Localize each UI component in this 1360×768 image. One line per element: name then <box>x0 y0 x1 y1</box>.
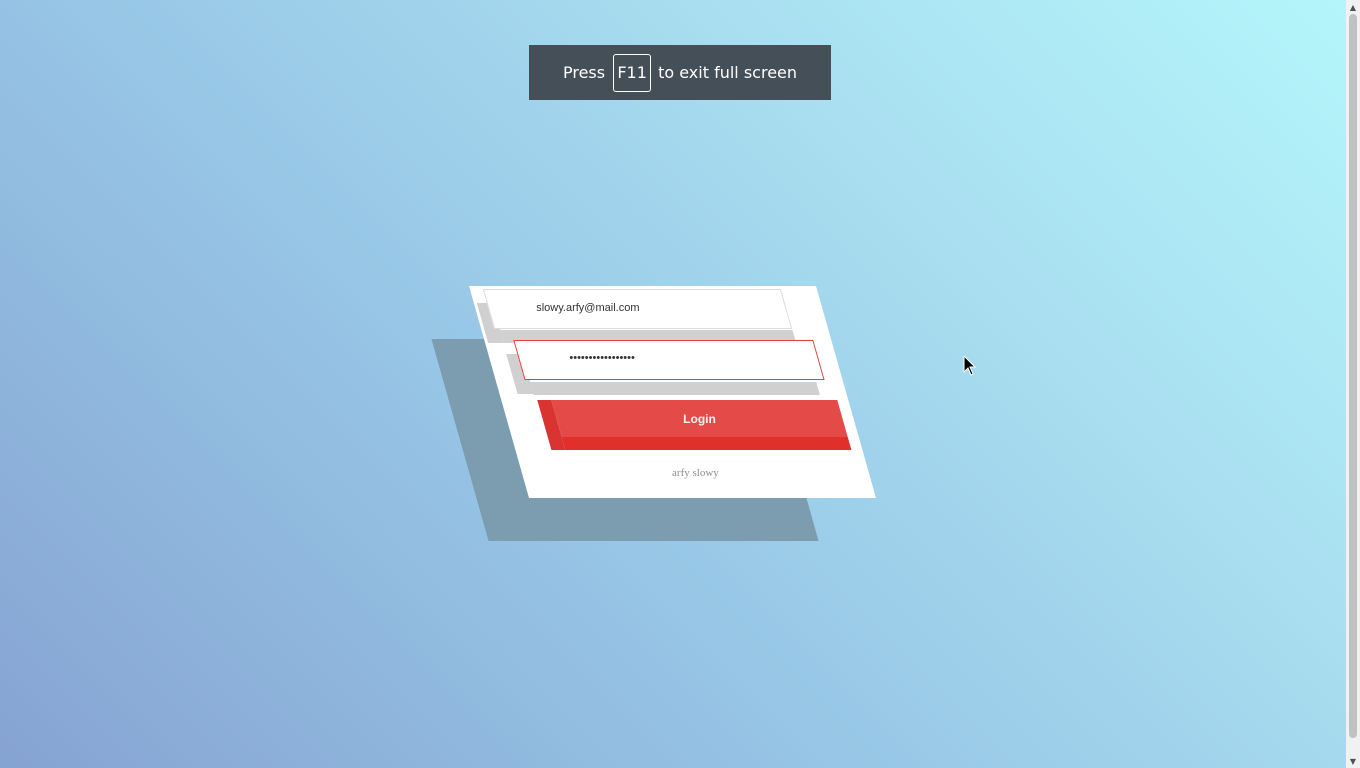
password-field[interactable]: ••••••••••••••••• <box>513 340 825 380</box>
email-field-value: slowy.arfy@mail.com <box>536 302 640 314</box>
scroll-thumb[interactable] <box>1349 14 1357 738</box>
login-card: slowy.arfy@mail.com ••••••••••••••••• Lo… <box>469 286 876 498</box>
email-field[interactable]: slowy.arfy@mail.com <box>482 289 793 329</box>
password-field-value: ••••••••••••••••• <box>569 352 635 364</box>
page-scrollbar[interactable]: ▲ ▼ <box>1346 0 1360 768</box>
scroll-down-icon[interactable]: ▼ <box>1346 754 1360 768</box>
fullscreen-notice-prefix: Press <box>562 63 606 82</box>
login-button[interactable]: Login <box>537 400 852 450</box>
mouse-pointer-icon <box>963 354 977 381</box>
footer-credit: arfy slowy <box>672 467 719 479</box>
fullscreen-notice: Press F11 to exit full screen <box>529 45 831 100</box>
scroll-up-icon[interactable]: ▲ <box>1346 0 1360 14</box>
login-button-bottom <box>561 437 852 450</box>
fullscreen-notice-suffix: to exit full screen <box>658 63 798 82</box>
password-field-depth-bottom <box>530 382 820 395</box>
login-button-label: Login <box>683 411 716 426</box>
f11-key-badge: F11 <box>613 53 652 92</box>
